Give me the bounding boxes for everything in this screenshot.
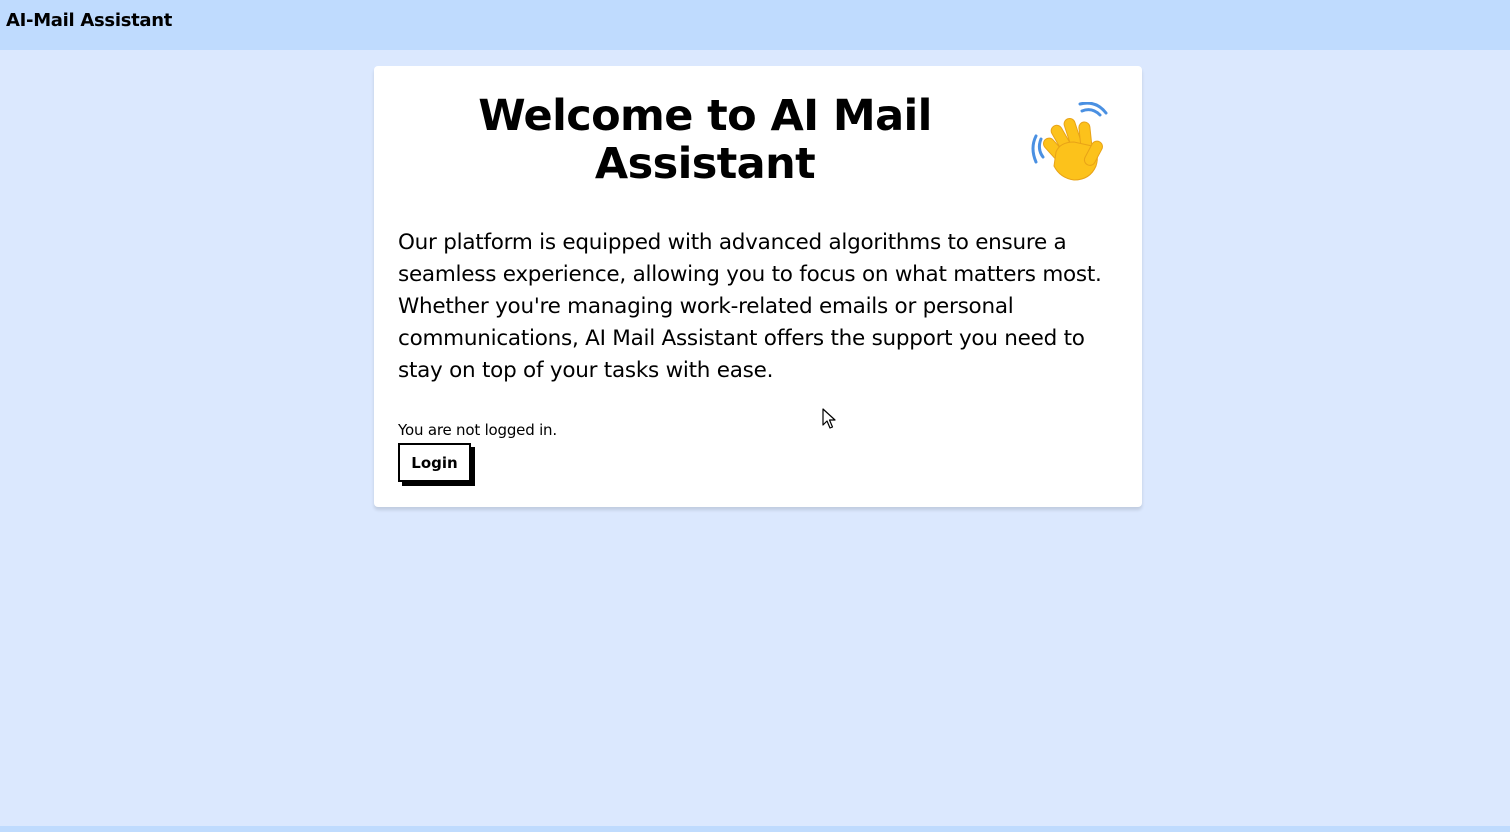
app-title: AI-Mail Assistant [6, 10, 173, 31]
waving-hand-icon [1030, 101, 1114, 184]
top-bar: AI-Mail Assistant [0, 0, 1510, 50]
welcome-card: Welcome to AI Mail Assistant Our platfor… [374, 66, 1142, 507]
login-status-text: You are not logged in. [398, 421, 557, 439]
description-text: Our platform is equipped with advanced a… [398, 230, 1102, 383]
login-button[interactable]: Login [398, 443, 471, 482]
mouse-cursor-icon [822, 408, 836, 430]
bottom-strip [0, 826, 1510, 832]
page-title: Welcome to AI Mail Assistant [478, 91, 932, 189]
